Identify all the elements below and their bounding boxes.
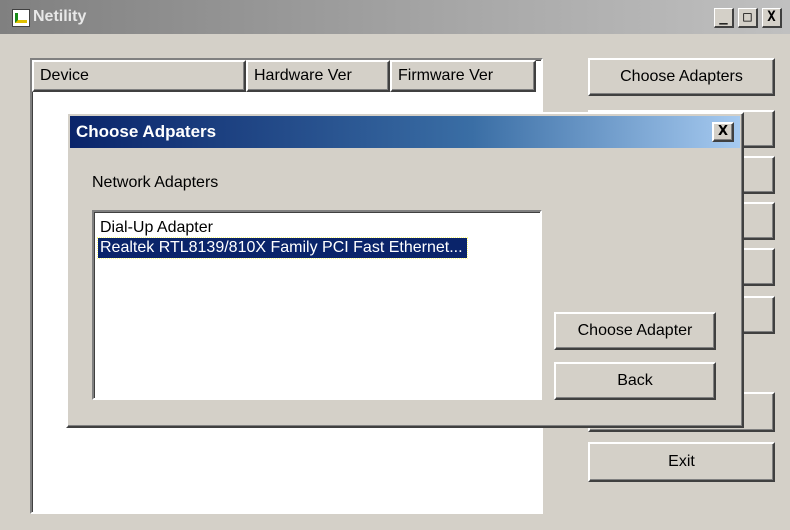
choose-adapters-dialog: Choose Adpaters X Network Adapters Dial-… bbox=[66, 112, 744, 428]
close-button[interactable]: X bbox=[762, 8, 782, 28]
dialog-close-button[interactable]: X bbox=[712, 122, 734, 142]
minimize-button[interactable]: _ bbox=[714, 8, 734, 28]
column-header-hardware-ver[interactable]: Hardware Ver bbox=[246, 60, 390, 92]
adapter-item-realtek[interactable]: Realtek RTL8139/810X Family PCI Fast Eth… bbox=[97, 237, 468, 259]
adapter-item-dial-up[interactable]: Dial-Up Adapter bbox=[98, 218, 217, 238]
network-adapters-label: Network Adapters bbox=[92, 174, 219, 191]
choose-adapters-button[interactable]: Choose Adapters bbox=[588, 58, 775, 96]
back-button[interactable]: Back bbox=[554, 362, 716, 400]
dialog-title-bar[interactable]: Choose Adpaters X bbox=[70, 116, 740, 148]
netility-app-icon bbox=[12, 9, 30, 27]
network-adapters-list[interactable]: Dial-Up Adapter Realtek RTL8139/810X Fam… bbox=[92, 210, 542, 400]
choose-adapter-button[interactable]: Choose Adapter bbox=[554, 312, 716, 350]
maximize-button[interactable]: □ bbox=[738, 8, 758, 28]
title-bar[interactable]: Netility _ □ X bbox=[0, 0, 790, 34]
window-title: Netility bbox=[33, 8, 87, 25]
column-header-device[interactable]: Device bbox=[32, 60, 246, 92]
exit-button[interactable]: Exit bbox=[588, 442, 775, 482]
column-header-firmware-ver[interactable]: Firmware Ver bbox=[390, 60, 536, 92]
dialog-title: Choose Adpaters bbox=[76, 122, 217, 141]
